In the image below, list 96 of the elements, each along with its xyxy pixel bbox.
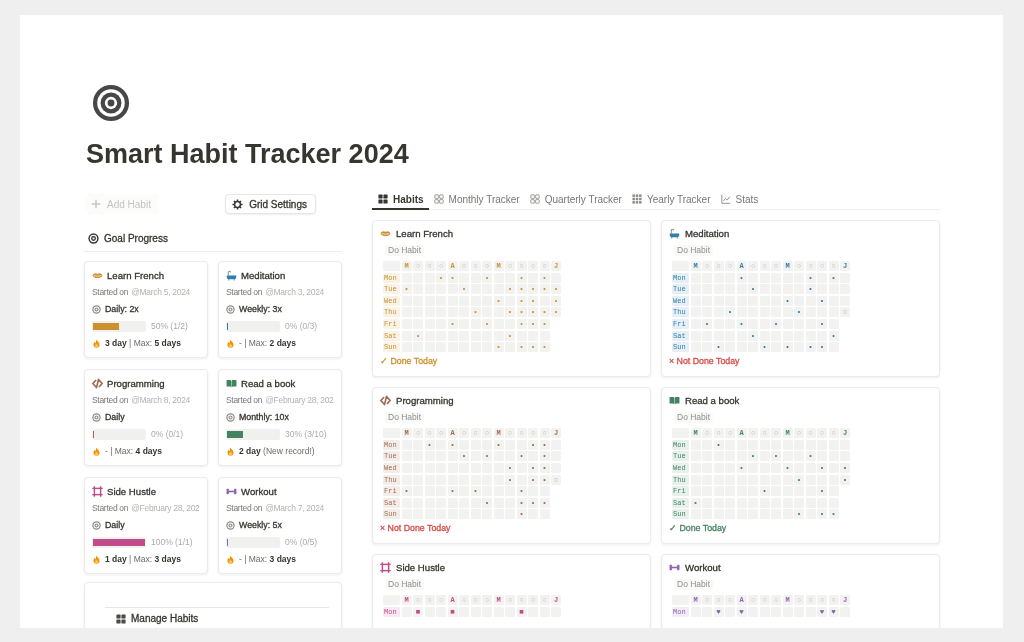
do-habit-button[interactable]: Do Habit <box>674 245 714 256</box>
chart-icon <box>720 194 731 204</box>
section-heading: Goal Progress <box>104 232 168 244</box>
tab[interactable]: Yearly Tracker <box>626 190 716 210</box>
plus-icon <box>91 199 101 209</box>
frequency-label: Monthly: 10x <box>239 412 289 422</box>
habit-title: Programming <box>396 394 454 406</box>
target-icon <box>226 520 235 530</box>
status-text: ✓ Done Today <box>669 523 728 534</box>
grid-cell <box>401 272 412 283</box>
habit-title: Side Hustle <box>107 485 157 497</box>
target-icon <box>226 412 235 422</box>
streak-text: 2 day (New record!) <box>239 446 315 456</box>
progress-text: 50% (1/2) <box>151 321 188 331</box>
frequency-label: Daily: 2x <box>105 304 139 314</box>
status-text: ✓ Done Today <box>380 356 439 367</box>
grid-icon <box>116 613 126 624</box>
streak-text: 3 day | Max: 5 days <box>105 338 181 348</box>
do-habit-button[interactable]: Do Habit <box>674 579 714 591</box>
grid-icon <box>433 194 444 204</box>
grid-icon <box>529 194 540 204</box>
grid-cell <box>690 295 701 306</box>
started-label: Started on <box>92 287 129 297</box>
target-icon <box>92 412 101 422</box>
flame-icon <box>92 554 101 564</box>
start-date: @March 3, 2024 <box>265 287 324 297</box>
habit-title: Learn French <box>107 269 165 281</box>
streak-text: - | Max: 2 days <box>239 338 296 348</box>
do-habit-button[interactable]: Do Habit <box>674 412 714 424</box>
flame-icon <box>92 446 101 456</box>
grid-cell <box>690 272 701 283</box>
page-title: Smart Habit Tracker 2024 <box>86 138 409 170</box>
flame-icon <box>92 338 101 348</box>
started-label: Started on <box>226 395 263 405</box>
grid-icon <box>378 194 388 204</box>
frequency-label: Weekly: 5x <box>239 520 282 530</box>
habit-title: Workout <box>241 485 277 497</box>
habit-title: Learn French <box>396 227 454 239</box>
grid-settings-button[interactable]: Grid Settings <box>225 194 316 214</box>
grid-cell <box>401 307 412 318</box>
frequency-label: Weekly: 3x <box>239 304 282 314</box>
progress-text: 100% (1/1) <box>151 537 193 547</box>
habit-title: Programming <box>107 377 165 389</box>
target-icon <box>92 304 101 314</box>
habit-title: Side Hustle <box>396 561 446 573</box>
grid-cell <box>401 330 412 341</box>
grid-cell <box>690 284 701 295</box>
grid-cell <box>401 295 412 306</box>
start-date: @March 7, 2024 <box>265 503 324 513</box>
flame-icon <box>226 338 235 348</box>
tab[interactable]: Quarterly Tracker <box>524 190 627 210</box>
grid-cell <box>690 330 701 341</box>
status-text: × Not Done Today <box>380 523 452 534</box>
tab[interactable]: Habits <box>372 190 429 210</box>
start-date: @February 28, 202 <box>131 503 200 513</box>
target-icon <box>88 232 99 244</box>
frequency-label: Daily <box>105 520 125 530</box>
do-habit-button[interactable]: Do Habit <box>385 412 425 424</box>
tab[interactable]: Stats <box>715 190 764 210</box>
do-habit-button[interactable]: Do Habit <box>385 579 425 591</box>
target-icon <box>226 304 235 314</box>
progress-text: 0% (0/5) <box>285 537 318 547</box>
streak-text: 1 day | Max: 3 days <box>105 554 181 564</box>
grid-cell <box>401 318 412 329</box>
flame-icon <box>226 446 235 456</box>
started-label: Started on <box>92 395 129 405</box>
target-icon <box>92 84 130 122</box>
flame-icon <box>226 554 235 564</box>
grid-cell <box>690 342 701 353</box>
do-habit-button[interactable]: Do Habit <box>385 245 425 256</box>
grid-cell <box>690 307 701 318</box>
started-label: Started on <box>226 503 263 513</box>
grid-icon <box>631 194 642 204</box>
progress-text: 0% (0/1) <box>151 429 184 439</box>
tab[interactable]: Monthly Tracker <box>428 190 525 210</box>
start-date: @March 5, 2024 <box>131 287 190 297</box>
habit-title: Meditation <box>241 269 286 281</box>
started-label: Started on <box>226 287 263 297</box>
manage-habits-link[interactable]: Manage Habits <box>131 613 199 624</box>
started-label: Started on <box>92 503 129 513</box>
habit-title: Read a book <box>241 377 296 389</box>
status-text: × Not Done Today <box>669 356 741 367</box>
habit-title: Workout <box>685 561 721 573</box>
grid-cell <box>690 318 701 329</box>
grid-cell <box>401 342 412 353</box>
habit-title: Meditation <box>685 227 730 239</box>
habit-title: Read a book <box>685 394 740 406</box>
start-date: @February 28, 202 <box>265 395 334 405</box>
progress-text: 30% (3/10) <box>285 429 327 439</box>
progress-text: 0% (0/3) <box>285 321 318 331</box>
streak-text: - | Max: 4 days <box>105 446 162 456</box>
start-date: @March 8, 2024 <box>131 395 190 405</box>
streak-text: - | Max: 3 days <box>239 554 296 564</box>
frequency-label: Daily <box>105 412 125 422</box>
target-icon <box>92 520 101 530</box>
gear-icon <box>232 198 244 210</box>
